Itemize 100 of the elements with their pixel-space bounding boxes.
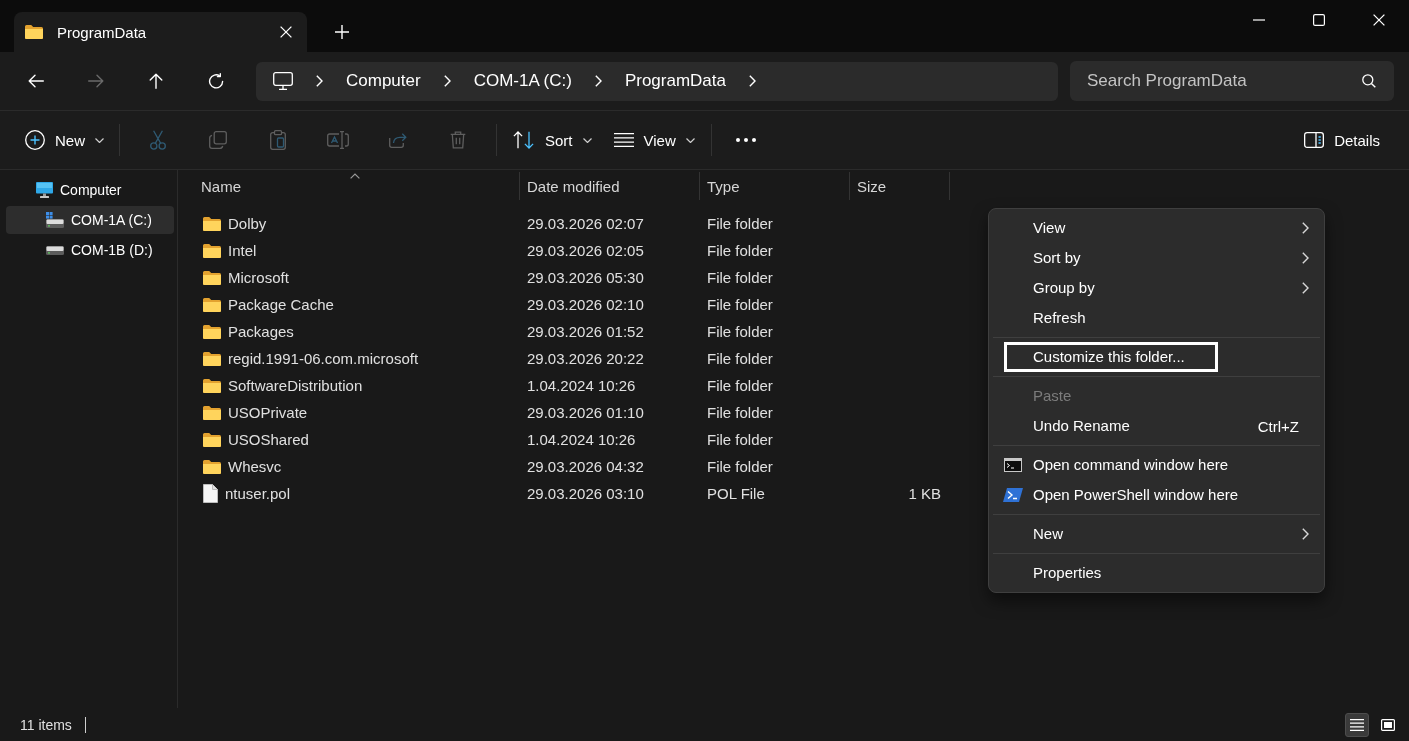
column-header[interactable]: Name — [190, 172, 520, 200]
address-bar[interactable]: Computer COM-1A (C:) ProgramData — [256, 61, 1058, 101]
file-type: File folder — [707, 431, 773, 448]
plus-circle-icon — [25, 130, 45, 150]
file-type: File folder — [707, 215, 773, 232]
sort-button[interactable]: Sort — [505, 122, 600, 158]
column-header[interactable]: Date modified — [520, 172, 700, 200]
file-type: POL File — [707, 485, 765, 502]
modified-date: 29.03.2026 02:07 — [527, 215, 644, 232]
chevron-right-icon — [749, 75, 756, 87]
chevron-right-icon — [1302, 528, 1309, 540]
details-button[interactable]: Details — [1296, 122, 1388, 158]
file-name: Packages — [228, 323, 294, 340]
file-name: regid.1991-06.com.microsoft — [228, 350, 419, 367]
maximize-icon — [1313, 14, 1325, 26]
sidebar-item[interactable]: COM-1B (D:) — [6, 236, 174, 264]
chevron-right-icon — [443, 75, 451, 87]
plus-icon — [335, 25, 349, 39]
close-icon — [1373, 14, 1385, 26]
modified-date: 29.03.2026 01:10 — [527, 404, 644, 421]
menu-item[interactable]: Open command window here — [993, 450, 1320, 480]
file-icon — [203, 484, 218, 503]
folder-icon — [203, 243, 221, 258]
folder-icon — [203, 324, 221, 339]
breadcrumb-item[interactable]: Computer — [346, 65, 421, 97]
ellipsis-icon — [735, 138, 756, 142]
folder-icon — [203, 378, 221, 393]
folder-icon — [203, 459, 221, 474]
chevron-right-icon — [594, 75, 602, 87]
folder-icon — [203, 297, 221, 312]
menu-item[interactable]: Group by — [993, 273, 1320, 303]
file-type: File folder — [707, 296, 773, 313]
file-type: File folder — [707, 269, 773, 286]
caret-icon — [582, 137, 592, 143]
column-header[interactable]: Size — [850, 172, 950, 200]
breadcrumb-item[interactable]: ProgramData — [624, 65, 726, 97]
trash-icon — [450, 131, 466, 149]
sort-arrows-icon — [513, 131, 535, 149]
modified-date: 29.03.2026 03:10 — [527, 485, 644, 502]
modified-date: 29.03.2026 01:52 — [527, 323, 644, 340]
system-drive-icon — [46, 212, 64, 228]
caret-icon — [95, 137, 104, 143]
modified-date: 1.04.2024 10:26 — [527, 431, 636, 448]
computer-icon — [273, 72, 293, 90]
menu-item[interactable]: Open PowerShell window here — [993, 480, 1320, 510]
search-icon — [1362, 74, 1376, 88]
sort-caret-icon — [349, 173, 360, 179]
details-view-button[interactable] — [1345, 712, 1369, 737]
breadcrumb-item[interactable]: COM-1A (C:) — [473, 65, 572, 97]
modified-date: 29.03.2026 04:32 — [527, 458, 644, 475]
monitor-icon — [36, 182, 53, 198]
list-lines-icon — [613, 133, 634, 147]
item-count: 11 items — [20, 716, 72, 733]
file-name: ntuser.pol — [225, 485, 291, 502]
tab[interactable]: ProgramData — [14, 12, 307, 52]
file-size: 1 KB — [908, 485, 941, 502]
clipboard-icon — [270, 130, 286, 150]
copy-icon — [209, 131, 227, 149]
file-name: Microsoft — [228, 269, 289, 286]
menu-item[interactable]: Undo Rename Ctrl+Z — [993, 411, 1320, 441]
view-button[interactable]: View — [605, 122, 703, 158]
up-arrow-icon — [149, 73, 163, 89]
drive-icon — [46, 245, 64, 255]
tile-view-icon — [1381, 718, 1395, 731]
folder-icon — [203, 270, 221, 285]
folder-icon — [25, 25, 43, 39]
menu-item[interactable]: Properties — [993, 558, 1320, 588]
column-header[interactable]: Type — [700, 172, 850, 200]
chevron-right-icon — [1302, 282, 1309, 294]
caret-icon — [685, 137, 695, 143]
sidebar-item[interactable]: COM-1A (C:) — [6, 206, 174, 234]
menu-item[interactable]: New — [993, 519, 1320, 549]
file-name: USOPrivate — [228, 404, 308, 421]
file-type: File folder — [707, 377, 773, 394]
menu-item[interactable]: Sort by — [993, 243, 1320, 273]
chevron-right-icon — [1302, 222, 1309, 234]
search-field[interactable]: Search ProgramData — [1070, 61, 1394, 101]
share-icon — [389, 132, 407, 148]
file-type: File folder — [707, 242, 773, 259]
prompt-icon — [1003, 488, 1023, 502]
new-button[interactable]: New — [18, 122, 111, 158]
modified-date: 1.04.2024 10:26 — [527, 377, 636, 394]
close-icon — [280, 26, 292, 38]
file-name: SoftwareDistribution — [228, 377, 363, 394]
menu-item[interactable]: View — [993, 213, 1320, 243]
menu-item[interactable]: Refresh — [993, 303, 1320, 333]
file-name: Dolby — [228, 215, 267, 232]
chevron-right-icon — [316, 75, 323, 87]
list-view-icon — [1350, 718, 1364, 731]
file-name: Whesvc — [228, 458, 282, 475]
modified-date: 29.03.2026 02:05 — [527, 242, 644, 259]
modified-date: 29.03.2026 20:22 — [527, 350, 644, 367]
sidebar-item[interactable]: Computer — [6, 176, 174, 204]
folder-icon — [203, 351, 221, 366]
folder-icon — [203, 405, 221, 420]
forward-arrow-icon — [88, 74, 104, 88]
back-arrow-icon — [28, 74, 44, 88]
minimize-icon — [1253, 19, 1265, 21]
chevron-right-icon — [1302, 252, 1309, 264]
folder-icon — [203, 432, 221, 447]
